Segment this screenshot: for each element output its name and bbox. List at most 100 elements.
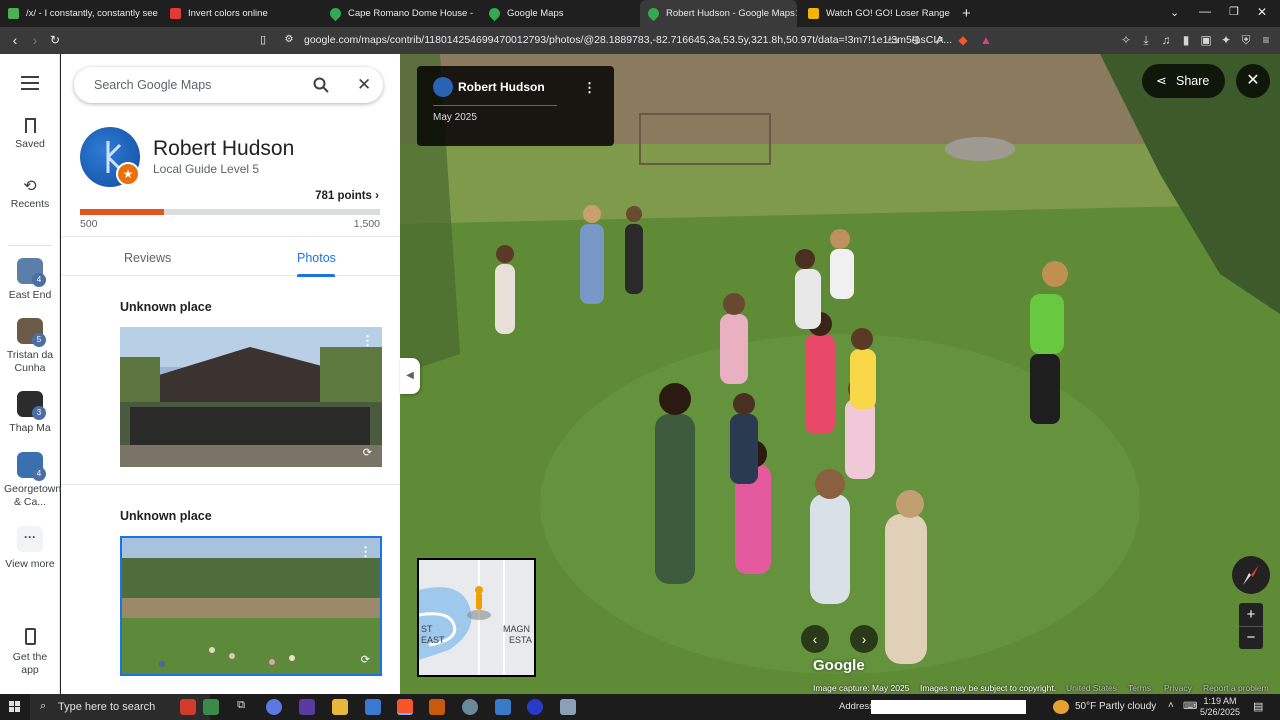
- photo-card-selected[interactable]: ⋮ ⟳: [120, 536, 382, 676]
- copilot-icon[interactable]: [266, 699, 282, 715]
- tab-title: Google Maps: [507, 8, 564, 19]
- notification-icon[interactable]: ▤: [1253, 700, 1263, 713]
- zoom-control: + −: [1239, 603, 1263, 649]
- tab-reviews[interactable]: Reviews: [124, 251, 171, 265]
- keyboard-icon[interactable]: ⌨: [1183, 701, 1197, 712]
- mini-map[interactable]: ST EAST MAGN ESTA: [417, 558, 536, 677]
- extensions-icon[interactable]: ✧: [1119, 33, 1133, 47]
- tab-photos[interactable]: Photos: [297, 251, 336, 265]
- leo-ai-icon[interactable]: ✦: [1219, 33, 1233, 47]
- photo-count-badge: 4: [32, 273, 46, 287]
- reload-icon[interactable]: ↻: [47, 32, 63, 48]
- taskbar-search-input[interactable]: Type here to search: [58, 701, 155, 713]
- privacy-link[interactable]: Privacy: [1164, 683, 1192, 693]
- browser-tab[interactable]: /x/ - I constantly, constantly see the: [8, 0, 158, 27]
- contributor-avatar[interactable]: [433, 77, 453, 97]
- app-icon[interactable]: [365, 699, 381, 715]
- cast-icon[interactable]: ▭: [886, 33, 900, 47]
- windows-start-icon[interactable]: [9, 701, 21, 713]
- card-more-options-icon[interactable]: ⋮: [583, 80, 596, 96]
- profile-name: Robert Hudson: [153, 137, 295, 160]
- points-link[interactable]: 781 points ›: [315, 190, 379, 202]
- browser-tab[interactable]: Invert colors online: [170, 0, 320, 27]
- photo-more-options-icon[interactable]: ⋮: [361, 333, 374, 349]
- rail-get-app[interactable]: Get the app: [0, 628, 60, 677]
- recent-place-georgetown[interactable]: 4 Georgetown & Ca...: [0, 452, 61, 509]
- recent-place-east-end[interactable]: 4 East End: [0, 258, 60, 302]
- search-icon[interactable]: [313, 77, 329, 93]
- phone-icon: [24, 628, 36, 645]
- compass-button[interactable]: [1232, 556, 1270, 594]
- media-icon[interactable]: ♫: [1159, 33, 1173, 47]
- tab-close-icon[interactable]: ✕: [795, 7, 797, 20]
- browser-tab[interactable]: Cape Romano Dome House - Goog: [330, 0, 475, 27]
- report-problem-link[interactable]: Report a problem: [1203, 683, 1269, 693]
- rail-divider: [8, 245, 52, 246]
- search-box[interactable]: Search Google Maps ✕: [74, 67, 383, 103]
- country-label[interactable]: United States: [1066, 683, 1117, 693]
- maps-pin-icon: [330, 5, 344, 22]
- browser-tab[interactable]: Watch GO! GO! Loser Ranger! Seas: [808, 0, 950, 27]
- site-info-icon[interactable]: ⚙: [281, 32, 297, 48]
- collapse-panel-button[interactable]: ◀: [400, 358, 420, 394]
- vpn-icon[interactable]: ⛨: [1239, 33, 1253, 47]
- zoom-icon[interactable]: ⊕: [909, 33, 923, 47]
- app-icon[interactable]: [299, 699, 315, 715]
- app-icon[interactable]: [495, 699, 511, 715]
- rail-saved[interactable]: Saved: [0, 118, 60, 151]
- wallet-icon[interactable]: ▣: [1199, 33, 1213, 47]
- browser-tab[interactable]: Google Maps: [489, 0, 629, 27]
- task-view-icon[interactable]: ⧉: [233, 699, 249, 715]
- file-explorer-icon[interactable]: [332, 699, 348, 715]
- restore-icon[interactable]: ❐: [1229, 5, 1239, 18]
- rail-recents[interactable]: ⟲ Recents: [0, 178, 60, 211]
- share-page-icon[interactable]: ⇗: [932, 33, 946, 47]
- compass-icon: [1243, 565, 1259, 585]
- next-photo-button[interactable]: ›: [850, 625, 878, 653]
- brave-rewards-icon[interactable]: ▲: [979, 33, 993, 47]
- tray-chevron-icon[interactable]: ˄: [1168, 700, 1174, 711]
- window-close-icon[interactable]: ✕: [1257, 5, 1267, 19]
- street-view-pane[interactable]: Robert Hudson ⋮ May 2025 ⋖ Share ✕ ST EA…: [400, 54, 1280, 694]
- previous-photo-button[interactable]: ‹: [801, 625, 829, 653]
- weather-icon[interactable]: [1053, 700, 1069, 714]
- share-button[interactable]: ⋖ Share: [1142, 64, 1225, 98]
- browser-menu-icon[interactable]: ≡: [1259, 33, 1273, 47]
- app-icon[interactable]: [429, 699, 445, 715]
- close-search-icon[interactable]: ✕: [357, 75, 371, 95]
- recent-place-tristan-da-cunha[interactable]: 5 Tristan da Cunha: [0, 318, 60, 375]
- app-icon[interactable]: [560, 699, 576, 715]
- app-icon[interactable]: [527, 699, 543, 715]
- zoom-in-icon[interactable]: +: [1239, 603, 1263, 626]
- flower-app-icon[interactable]: [180, 699, 196, 715]
- browser-tab-active[interactable]: Robert Hudson - Google Maps ✕: [640, 0, 797, 27]
- level-progress-fill: [80, 209, 165, 215]
- forward-icon[interactable]: ›: [27, 32, 43, 48]
- back-icon[interactable]: ‹: [7, 32, 23, 48]
- brave-browser-icon[interactable]: [397, 699, 413, 715]
- taskbar-clock[interactable]: 1:19 AM 5/26/2025: [1200, 696, 1240, 718]
- bookmark-page-icon[interactable]: ▯: [255, 32, 271, 48]
- place-thumbnail: 3: [17, 391, 46, 420]
- leaf-app-icon[interactable]: [203, 699, 219, 715]
- terms-link[interactable]: Terms: [1128, 683, 1151, 693]
- photo-more-options-icon[interactable]: ⋮: [359, 544, 372, 560]
- photo-card[interactable]: ⋮ ⟳: [120, 327, 382, 467]
- contributor-name[interactable]: Robert Hudson: [458, 80, 545, 94]
- brave-shield-icon[interactable]: ◆: [956, 33, 970, 47]
- sidebar-icon[interactable]: ▮: [1179, 33, 1193, 47]
- tab-list-chevron-icon[interactable]: ⌄: [1170, 6, 1179, 19]
- app-icon[interactable]: [462, 699, 478, 715]
- new-tab-icon[interactable]: +: [962, 5, 971, 22]
- rail-view-more[interactable]: ··· View more: [0, 526, 60, 571]
- close-street-view-button[interactable]: ✕: [1236, 64, 1270, 98]
- zoom-out-icon[interactable]: −: [1239, 626, 1263, 649]
- recent-place-thap-ma[interactable]: 3 Thap Ma: [0, 391, 60, 435]
- search-input[interactable]: Search Google Maps: [94, 78, 211, 92]
- hamburger-icon[interactable]: [21, 76, 39, 90]
- address-toolbar-input[interactable]: [871, 700, 1026, 714]
- download-icon[interactable]: ⤓: [1139, 33, 1153, 47]
- weather-text[interactable]: 50°F Partly cloudy: [1075, 701, 1156, 712]
- minimize-icon[interactable]: —: [1199, 4, 1211, 18]
- address-bar-url[interactable]: google.com/maps/contrib/1180142546994700…: [304, 34, 952, 46]
